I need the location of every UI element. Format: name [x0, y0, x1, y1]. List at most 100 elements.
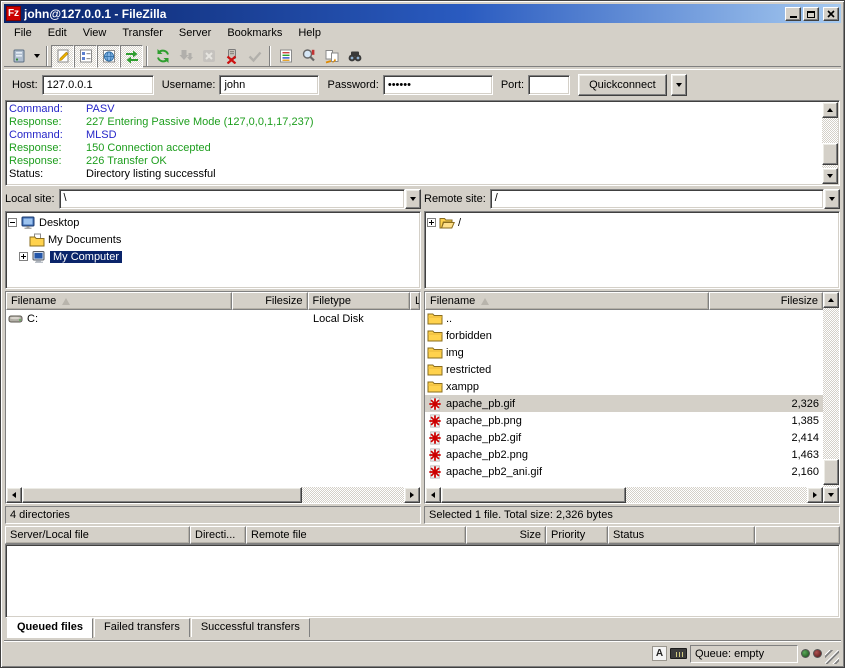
- directory-comparison-button[interactable]: [297, 45, 320, 68]
- maximize-button[interactable]: [803, 7, 819, 21]
- column-filesize[interactable]: Filesize: [232, 292, 308, 310]
- column-last-modified[interactable]: L: [410, 292, 420, 310]
- remote-file-row[interactable]: apache_pb2.png 1,463: [425, 446, 823, 463]
- tree-item-desktop[interactable]: Desktop: [8, 214, 418, 231]
- remote-file-row[interactable]: xampp: [425, 378, 823, 395]
- remote-file-row[interactable]: ..: [425, 310, 823, 327]
- cancel-button[interactable]: [197, 45, 220, 68]
- local-site-value[interactable]: \: [59, 189, 405, 209]
- refresh-button[interactable]: [151, 45, 174, 68]
- local-site-combo[interactable]: \: [59, 189, 421, 209]
- scroll-down-button[interactable]: [823, 487, 839, 503]
- scroll-thumb[interactable]: [441, 487, 626, 503]
- transfer-type-icon[interactable]: A: [652, 646, 667, 661]
- scroll-thumb[interactable]: [823, 459, 839, 485]
- scroll-left-button[interactable]: [6, 487, 22, 503]
- filter-button[interactable]: [274, 45, 297, 68]
- scroll-right-button[interactable]: [807, 487, 823, 503]
- quickconnect-button[interactable]: Quickconnect: [578, 74, 667, 96]
- remote-site-dropdown[interactable]: [824, 189, 840, 209]
- menu-file[interactable]: File: [6, 25, 40, 41]
- column-status[interactable]: Status: [608, 526, 755, 544]
- remote-file-row[interactable]: img: [425, 344, 823, 361]
- local-list-body: C: Local Disk: [6, 310, 420, 487]
- speed-limit-icon[interactable]: [670, 648, 687, 659]
- sort-ascending-icon: [481, 298, 489, 305]
- remote-horizontal-scrollbar[interactable]: [425, 487, 823, 503]
- filezilla-logo-icon[interactable]: Fz: [6, 6, 21, 21]
- remote-site-value[interactable]: /: [490, 189, 824, 209]
- scroll-up-button[interactable]: [823, 292, 839, 308]
- tree-item-my-computer[interactable]: My Computer: [8, 248, 418, 265]
- scroll-down-button[interactable]: [822, 168, 838, 184]
- scroll-left-button[interactable]: [425, 487, 441, 503]
- remote-file-row[interactable]: restricted: [425, 361, 823, 378]
- column-filesize[interactable]: Filesize: [709, 292, 823, 310]
- column-remote-file[interactable]: Remote file: [246, 526, 466, 544]
- scroll-up-button[interactable]: [822, 102, 838, 118]
- remote-file-row[interactable]: apache_pb.png 1,385: [425, 412, 823, 429]
- menu-server[interactable]: Server: [171, 25, 219, 41]
- remote-file-row[interactable]: forbidden: [425, 327, 823, 344]
- toggle-local-tree-button[interactable]: [74, 45, 97, 68]
- process-queue-button[interactable]: [174, 45, 197, 68]
- column-filename[interactable]: Filename: [6, 292, 232, 310]
- tab-successful-transfers[interactable]: Successful transfers: [191, 618, 310, 637]
- file-name: forbidden: [446, 330, 492, 342]
- synchronized-browsing-button[interactable]: [320, 45, 343, 68]
- close-button[interactable]: [823, 7, 839, 21]
- quickconnect-dropdown[interactable]: [671, 74, 687, 96]
- remote-file-row-selected[interactable]: apache_pb.gif 2,326: [425, 395, 823, 412]
- tree-item-my-documents[interactable]: My Documents: [8, 231, 418, 248]
- minimize-button[interactable]: [785, 7, 801, 21]
- menu-bookmarks[interactable]: Bookmarks: [219, 25, 290, 41]
- column-direction[interactable]: Directi...: [190, 526, 246, 544]
- scroll-thumb[interactable]: [822, 143, 838, 165]
- disconnect-button[interactable]: [220, 45, 243, 68]
- scroll-track[interactable]: [822, 118, 838, 168]
- remote-site-combo[interactable]: /: [490, 189, 840, 209]
- column-filename[interactable]: Filename: [425, 292, 709, 310]
- local-site-dropdown[interactable]: [405, 189, 421, 209]
- file-name: ..: [446, 313, 452, 325]
- tab-queued-files[interactable]: Queued files: [7, 618, 93, 638]
- local-file-row[interactable]: C: Local Disk: [6, 310, 420, 327]
- menu-edit[interactable]: Edit: [40, 25, 75, 41]
- scroll-track[interactable]: [22, 487, 404, 503]
- expand-icon[interactable]: [427, 218, 436, 227]
- username-input[interactable]: [219, 75, 319, 95]
- scroll-track[interactable]: [823, 308, 839, 487]
- tree-item-root[interactable]: /: [427, 214, 837, 231]
- toggle-transfer-queue-button[interactable]: [120, 45, 143, 68]
- reconnect-button[interactable]: [243, 45, 266, 68]
- remote-file-row[interactable]: apache_pb2_ani.gif 2,160: [425, 463, 823, 480]
- password-input[interactable]: [383, 75, 493, 95]
- local-horizontal-scrollbar[interactable]: [6, 487, 420, 503]
- column-filetype[interactable]: Filetype: [308, 292, 411, 310]
- menu-transfer[interactable]: Transfer: [114, 25, 171, 41]
- expand-icon[interactable]: [19, 252, 28, 261]
- scroll-track[interactable]: [441, 487, 807, 503]
- column-priority[interactable]: Priority: [546, 526, 608, 544]
- log-vertical-scrollbar[interactable]: [822, 102, 838, 184]
- find-files-button[interactable]: [343, 45, 366, 68]
- menu-help[interactable]: Help: [290, 25, 329, 41]
- scroll-right-button[interactable]: [404, 487, 420, 503]
- cancel-icon: [201, 48, 217, 64]
- remote-vertical-scrollbar[interactable]: [823, 292, 839, 503]
- collapse-icon[interactable]: [8, 218, 17, 227]
- scroll-thumb[interactable]: [22, 487, 302, 503]
- host-input[interactable]: [42, 75, 154, 95]
- toggle-message-log-button[interactable]: [51, 45, 74, 68]
- resize-grip[interactable]: [825, 650, 839, 664]
- folder-icon: [427, 363, 443, 377]
- tab-failed-transfers[interactable]: Failed transfers: [94, 618, 190, 637]
- menu-view[interactable]: View: [75, 25, 115, 41]
- port-input[interactable]: [528, 75, 570, 95]
- column-size[interactable]: Size: [466, 526, 546, 544]
- remote-file-row[interactable]: apache_pb2.gif 2,414: [425, 429, 823, 446]
- toggle-remote-tree-button[interactable]: [97, 45, 120, 68]
- site-manager-button[interactable]: [7, 45, 30, 68]
- site-manager-dropdown[interactable]: [30, 45, 43, 68]
- column-server-local-file[interactable]: Server/Local file: [5, 526, 190, 544]
